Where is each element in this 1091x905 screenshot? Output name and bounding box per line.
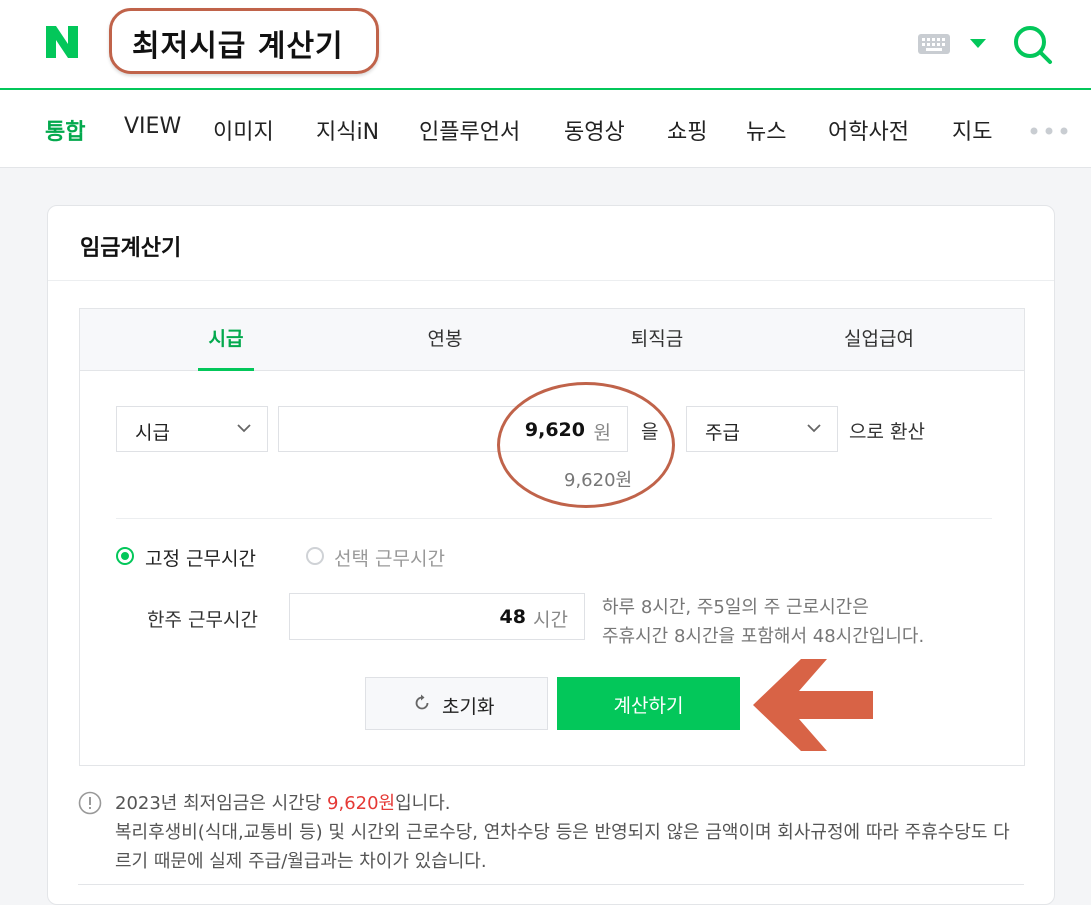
nav-item-knowledge[interactable]: 지식iN [316,114,379,146]
nav-item-map[interactable]: 지도 [952,114,992,146]
chevron-down-icon [237,424,251,433]
notice-prefix: 2023년 최저임금은 시간당 [115,793,328,814]
refresh-icon [415,694,429,710]
active-tab-underline [198,368,254,371]
naver-logo[interactable] [42,22,82,62]
reset-button[interactable]: 초기화 [365,677,548,730]
reset-label: 초기화 [442,696,495,718]
tab-severance-label: 퇴직금 [630,328,684,350]
radio-fixed-hours[interactable] [116,547,134,565]
search-icon[interactable] [1010,22,1054,66]
hint-line-2: 주휴시간 8시간을 포함해서 48시간입니다. [602,626,925,647]
calculator-tabs: 시급 연봉 퇴직금 실업급여 [80,309,1024,371]
keyboard-icon[interactable] [918,34,950,54]
search-header: 최저시급 계산기 [0,0,1091,90]
from-unit-select[interactable]: 시급 [116,406,268,452]
tab-hourly[interactable]: 시급 [198,309,254,371]
divider [48,280,1054,281]
more-dots-icon[interactable] [1029,126,1069,136]
info-circle-icon [78,791,102,815]
weekly-hours-label: 한주 근무시간 [147,609,258,631]
chevron-down-icon [807,424,821,433]
calculator-panel: 시급 연봉 퇴직금 실업급여 시급 9,620 원 을 주급 으로 환산 9,6… [79,308,1025,766]
tab-annual-salary[interactable]: 연봉 [380,309,510,370]
tab-hourly-label: 시급 [208,328,244,350]
search-category-nav: 통합 VIEW 이미지 지식iN 인플루언서 동영상 쇼핑 뉴스 어학사전 지도 [0,90,1091,168]
tab-annual-label: 연봉 [427,328,463,350]
notice-body: 복리후생비(식대,교통비 등) 및 시간외 근로수당, 연차수당 등은 반영되지… [115,822,1010,872]
nav-item-integrated[interactable]: 통합 [45,114,85,146]
radio-fixed-label[interactable]: 고정 근무시간 [145,544,256,571]
notice-line-1: 2023년 최저임금은 시간당 9,620원입니다. [115,789,451,815]
tab-unemployment-label: 실업급여 [844,328,914,350]
from-unit-value: 시급 [135,422,170,444]
hours-hint: 하루 8시간, 주5일의 주 근로시간은 주휴시간 8시간을 포함해서 48시간… [602,593,924,651]
hours-unit: 시간 [533,609,568,631]
caret-down-icon[interactable] [968,36,988,50]
radio-selected-hours[interactable] [306,547,324,565]
wage-calculator-card: 임금계산기 시급 연봉 퇴직금 실업급여 시급 9,620 원 을 주급 으로 … [47,205,1055,905]
search-query-text: 최저시급 계산기 [132,29,344,64]
convert-suffix-text: 으로 환산 [849,421,925,443]
tab-unemployment[interactable]: 실업급여 [814,309,944,370]
to-unit-select[interactable]: 주급 [686,406,838,452]
card-title: 임금계산기 [80,236,182,261]
nav-item-view[interactable]: VIEW [124,114,181,139]
calculate-label: 계산하기 [613,695,684,717]
notice-suffix: 입니다. [395,793,451,814]
highlight-circle-annotation [497,382,675,508]
nav-item-shopping[interactable]: 쇼핑 [667,114,707,146]
search-input[interactable]: 최저시급 계산기 [109,8,379,74]
radio-selected-label[interactable]: 선택 근무시간 [334,544,445,571]
notice-wage-highlight: 9,620원 [327,793,396,814]
to-unit-value: 주급 [705,422,740,444]
hours-value: 48 [499,606,526,628]
weekly-hours-input[interactable]: 48 시간 [289,593,585,640]
nav-item-images[interactable]: 이미지 [213,114,274,146]
tab-severance[interactable]: 퇴직금 [592,309,722,370]
calculate-button[interactable]: 계산하기 [557,677,740,730]
nav-item-influencer[interactable]: 인플루언서 [419,114,520,146]
nav-item-video[interactable]: 동영상 [564,114,625,146]
divider [116,518,992,519]
nav-item-dictionary[interactable]: 어학사전 [828,114,909,146]
nav-item-news[interactable]: 뉴스 [746,114,786,146]
arrow-left-annotation [753,659,873,751]
hint-line-1: 하루 8시간, 주5일의 주 근로시간은 [602,597,869,618]
